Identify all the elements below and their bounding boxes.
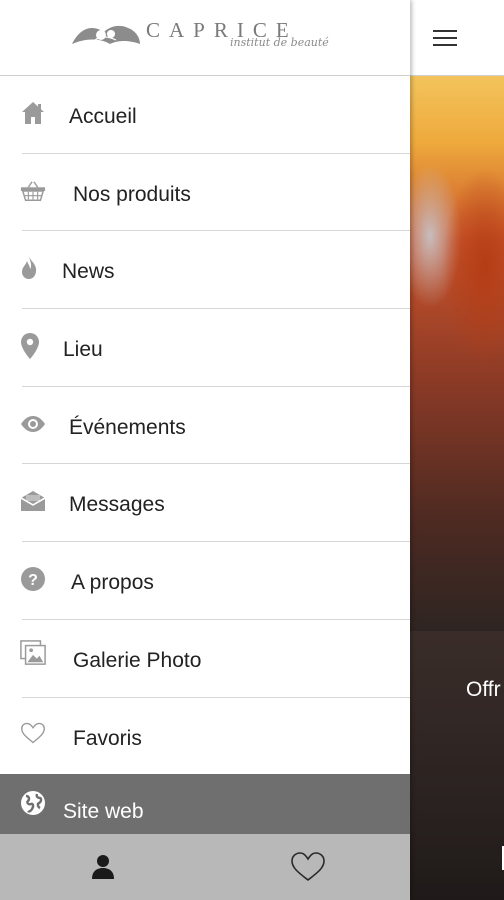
home-icon [20,100,46,126]
eye-icon [20,411,46,437]
menu-item-favoris[interactable]: Favoris [0,698,410,776]
bottom-tab-bar [0,834,410,900]
menu-item-news[interactable]: News [0,231,410,309]
menu-item-evenements[interactable]: Événements [0,387,410,465]
menu-item-messages[interactable]: Messages [0,464,410,542]
menu-item-label: Galerie Photo [73,648,202,672]
hero-image [410,76,504,631]
hero-lower-area [410,631,504,900]
svg-text:?: ? [28,572,38,589]
menu-item-nos-produits[interactable]: Nos produits [0,154,410,232]
globe-icon [20,790,46,816]
menu-item-label: A propos [71,571,154,595]
heart-outline-icon [20,720,46,746]
tab-favorites[interactable] [205,834,410,900]
site-web-label: Site web [63,800,144,823]
menu-item-label: Accueil [69,105,137,128]
heart-outline-icon [290,852,325,882]
person-icon [91,855,114,879]
menu-item-label: Événements [69,415,186,439]
main-header [410,0,504,76]
logo-bar: CAPRICE institut de beauté [0,0,410,76]
menu-item-label: Favoris [73,726,142,750]
menu-item-label: Lieu [63,338,103,362]
question-icon: ? [20,566,46,592]
drawer-menu: Accueil Nos produits News Lieu Événement… [0,76,410,775]
envelope-icon [20,488,46,514]
menu-item-lieu[interactable]: Lieu [0,309,410,387]
menu-item-accueil[interactable]: Accueil [0,76,410,154]
tab-profile[interactable] [0,834,205,900]
menu-item-site-web[interactable]: Site web [0,774,410,834]
basket-icon [20,178,46,204]
caprice-logo-mark-icon [72,25,140,44]
menu-item-a-propos[interactable]: ? A propos [0,542,410,620]
location-pin-icon [17,333,43,360]
hamburger-menu-icon[interactable] [433,30,457,48]
menu-item-label: Messages [69,493,165,517]
logo-subtitle: institut de beauté [230,36,329,49]
main-content: Offr [410,0,504,900]
photo-gallery-icon [20,639,46,666]
menu-item-galerie-photo[interactable]: Galerie Photo [0,620,410,698]
navigation-drawer: CAPRICE institut de beauté Accueil Nos p… [0,0,410,900]
offer-text[interactable]: Offr [466,678,501,702]
menu-item-label: Nos produits [73,182,191,206]
menu-item-label: News [62,260,115,284]
flame-icon [16,255,42,281]
